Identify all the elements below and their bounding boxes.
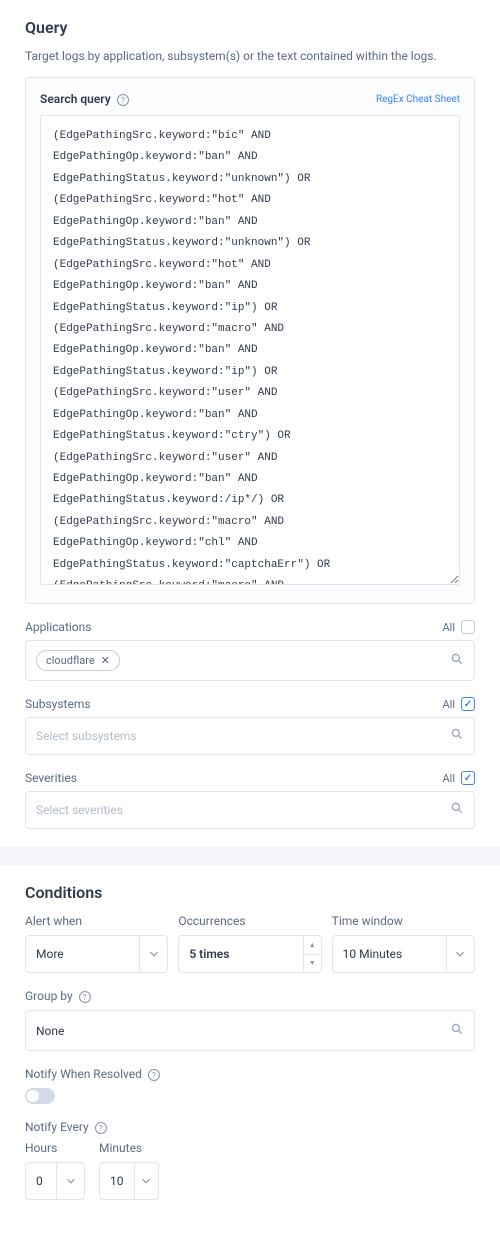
- time-window-select[interactable]: 10 Minutes: [332, 935, 475, 973]
- chip-label: cloudflare: [46, 654, 95, 667]
- notify-every-label: Notify Every ?: [25, 1120, 475, 1134]
- search-icon: [450, 1022, 464, 1039]
- search-icon[interactable]: [450, 727, 464, 745]
- group-by-select[interactable]: None: [25, 1010, 475, 1051]
- search-icon[interactable]: [450, 801, 464, 819]
- subsystems-input[interactable]: Select subsystems: [25, 717, 475, 755]
- applications-all-checkbox[interactable]: [461, 620, 475, 634]
- help-icon[interactable]: ?: [148, 1069, 160, 1081]
- minutes-value: 10: [100, 1163, 134, 1199]
- minutes-label: Minutes: [99, 1141, 159, 1155]
- occurrences-input[interactable]: 5 times ▲ ▼: [178, 935, 321, 973]
- minutes-select[interactable]: 10: [99, 1162, 159, 1200]
- help-icon[interactable]: ?: [117, 94, 129, 106]
- applications-chip[interactable]: cloudflare ✕: [36, 650, 120, 671]
- regex-cheat-link[interactable]: RegEx Cheat Sheet: [376, 94, 460, 105]
- group-by-value: None: [36, 1024, 64, 1038]
- notify-resolved-label: Notify When Resolved ?: [25, 1067, 475, 1081]
- severities-label: Severities: [25, 771, 77, 785]
- chevron-down-icon: [134, 1163, 159, 1199]
- subsystems-all-label: All: [442, 698, 455, 711]
- hours-label: Hours: [25, 1141, 85, 1155]
- applications-all-label: All: [442, 621, 455, 634]
- search-icon[interactable]: [450, 652, 464, 670]
- query-heading: Query: [25, 18, 475, 37]
- notify-resolved-toggle[interactable]: [25, 1088, 55, 1104]
- divider: [0, 847, 500, 865]
- applications-input[interactable]: cloudflare ✕: [25, 640, 475, 681]
- alert-when-select[interactable]: More: [25, 935, 168, 973]
- chevron-down-icon: [56, 1163, 84, 1199]
- applications-label: Applications: [25, 620, 91, 634]
- occurrences-label: Occurrences: [178, 914, 321, 928]
- conditions-heading: Conditions: [25, 883, 475, 902]
- severities-all-checkbox[interactable]: ✓: [461, 771, 475, 785]
- search-query-input[interactable]: [40, 115, 460, 585]
- chevron-down-icon: [446, 936, 474, 972]
- chip-remove-icon[interactable]: ✕: [101, 654, 110, 667]
- query-subtitle: Target logs by application, subsystem(s)…: [25, 49, 475, 63]
- occurrences-value: 5 times: [179, 936, 302, 972]
- search-panel: Search query ? RegEx Cheat Sheet: [25, 77, 475, 604]
- severities-input[interactable]: Select severities: [25, 791, 475, 829]
- group-by-label: Group by ?: [25, 989, 475, 1003]
- help-icon[interactable]: ?: [79, 991, 91, 1003]
- subsystems-label: Subsystems: [25, 697, 91, 711]
- time-window-value: 10 Minutes: [333, 936, 446, 972]
- subsystems-placeholder: Select subsystems: [36, 729, 137, 743]
- chevron-down-icon[interactable]: ▼: [304, 955, 321, 973]
- hours-value: 0: [26, 1163, 56, 1199]
- severities-all-label: All: [442, 772, 455, 785]
- hours-select[interactable]: 0: [25, 1162, 85, 1200]
- occurrences-stepper[interactable]: ▲ ▼: [303, 936, 321, 972]
- chevron-down-icon: [139, 936, 167, 972]
- help-icon[interactable]: ?: [95, 1122, 107, 1134]
- subsystems-all-checkbox[interactable]: ✓: [461, 697, 475, 711]
- alert-when-label: Alert when: [25, 914, 168, 928]
- severities-placeholder: Select severities: [36, 803, 123, 817]
- search-query-label: Search query: [40, 92, 111, 106]
- time-window-label: Time window: [332, 914, 475, 928]
- alert-when-value: More: [26, 936, 139, 972]
- chevron-up-icon[interactable]: ▲: [304, 936, 321, 955]
